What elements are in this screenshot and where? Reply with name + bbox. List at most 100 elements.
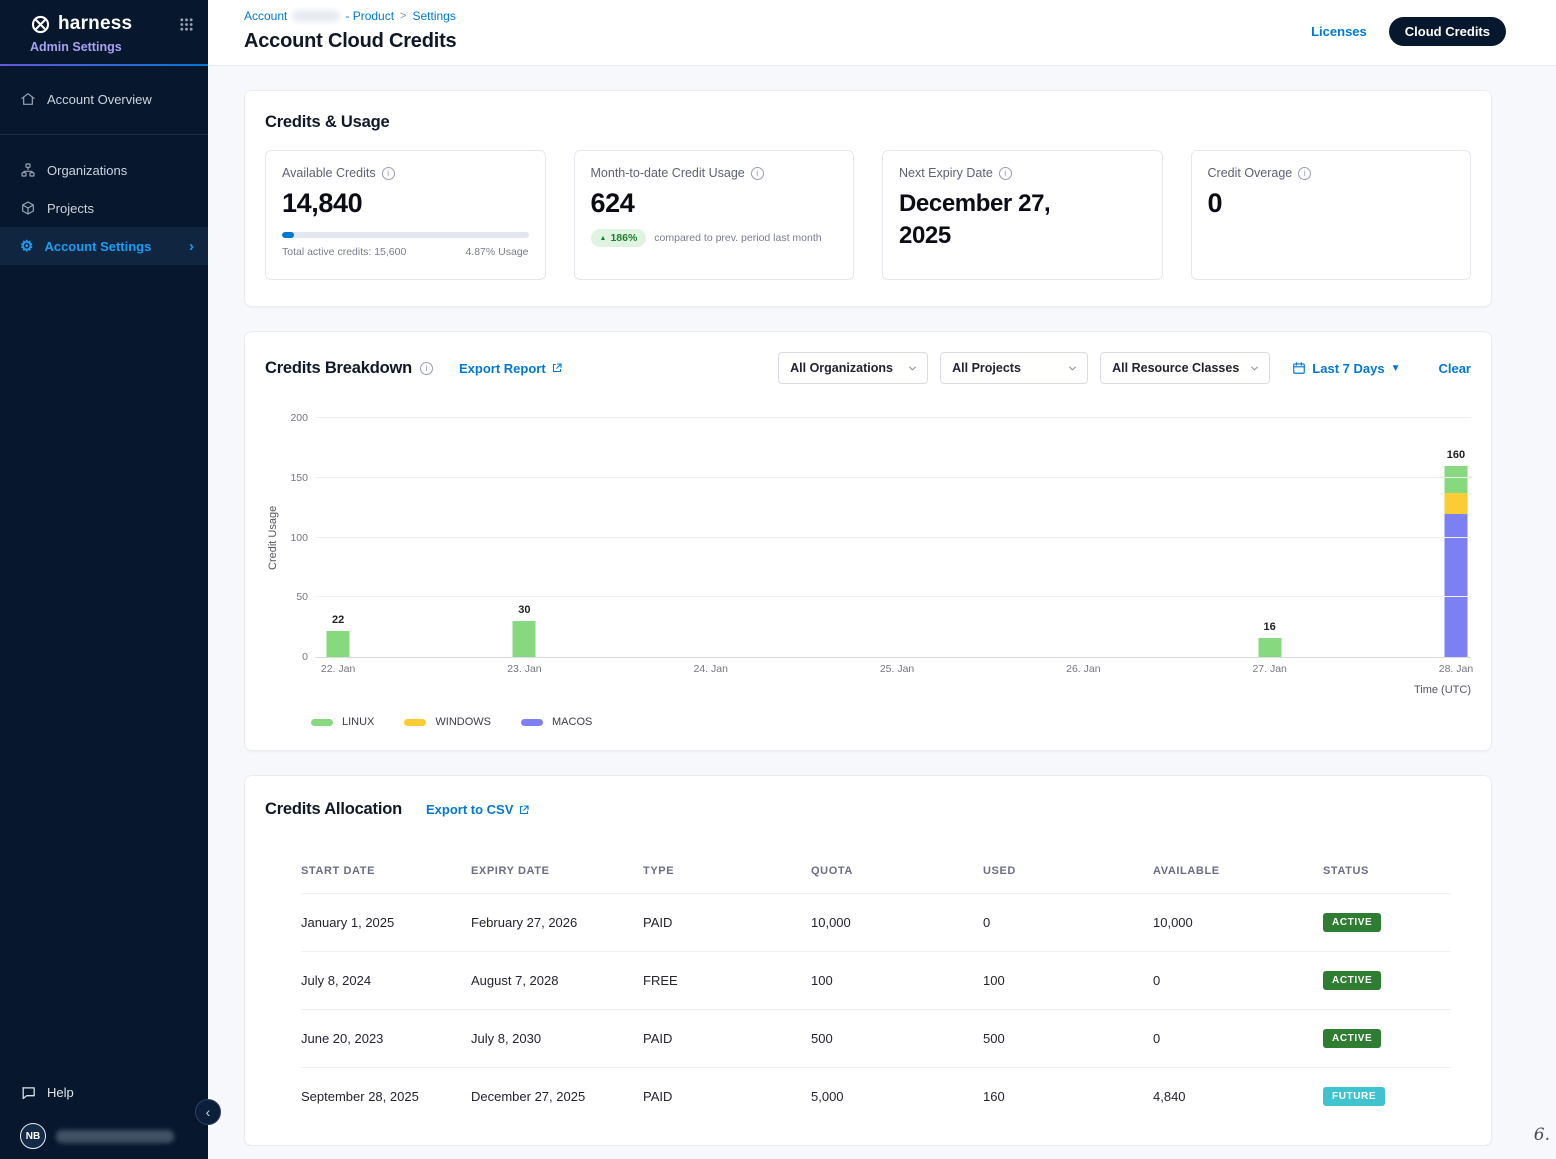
cloud-credits-button[interactable]: Cloud Credits [1389, 17, 1506, 46]
chevron-right-icon: › [189, 238, 194, 255]
header-actions: Licenses Cloud Credits [1311, 17, 1506, 46]
export-report-link[interactable]: Export Report [459, 361, 563, 376]
organizations-filter[interactable]: All Organizations [778, 352, 928, 384]
info-icon[interactable]: i [420, 362, 433, 375]
x-tick-label: 25. Jan [880, 663, 914, 675]
info-icon[interactable]: i [1298, 167, 1311, 180]
caret-down-icon: ▼ [1391, 363, 1401, 374]
org-chart-icon [20, 162, 36, 178]
allocation-table-header: START DATEEXPIRY DATETYPEQUOTAUSEDAVAILA… [301, 849, 1451, 893]
status-badge: FUTURE [1323, 1087, 1385, 1106]
cell-type: PAID [643, 1031, 811, 1046]
chart-bar[interactable] [327, 631, 350, 657]
cell-expiry: July 8, 2030 [471, 1031, 643, 1046]
arrow-up-icon: ▲ [600, 235, 607, 242]
cell-expiry: February 27, 2026 [471, 915, 643, 930]
chart-x-axis-label: Time (UTC) [281, 684, 1471, 696]
table-row: June 20, 2023July 8, 2030PAID5005000ACTI… [301, 1009, 1451, 1067]
cell-start: July 8, 2024 [301, 973, 471, 988]
y-tick-label: 150 [281, 472, 308, 484]
cell-start: June 20, 2023 [301, 1031, 471, 1046]
legend-item-macos[interactable]: MACOS [521, 716, 592, 728]
info-icon[interactable]: i [999, 167, 1012, 180]
bar-segment-linux [1444, 466, 1467, 493]
column-header: QUOTA [811, 865, 983, 877]
page-content: Credits & Usage Available Credits i 14,8… [208, 66, 1556, 1146]
legend-label: MACOS [552, 716, 592, 728]
breadcrumb-separator: > [400, 10, 406, 22]
chart-bar[interactable] [513, 621, 536, 657]
mtd-usage-value: 624 [591, 188, 838, 219]
breadcrumb-account-link[interactable]: Account - Product [244, 9, 394, 23]
y-tick-label: 100 [281, 532, 308, 544]
cell-used: 100 [983, 973, 1153, 988]
info-icon[interactable]: i [382, 167, 395, 180]
clear-filters-link[interactable]: Clear [1438, 361, 1471, 376]
gridline [315, 417, 1471, 418]
breadcrumb-settings-link[interactable]: Settings [412, 9, 455, 23]
cell-type: PAID [643, 915, 811, 930]
column-header: START DATE [301, 865, 471, 877]
sidebar-item-projects[interactable]: Projects [0, 189, 208, 227]
chat-help-icon [20, 1084, 37, 1101]
credits-allocation-title: Credits Allocation [265, 800, 402, 819]
x-tick-label: 22. Jan [321, 663, 355, 675]
export-csv-link[interactable]: Export to CSV [426, 802, 530, 817]
table-row: September 28, 2025December 27, 2025PAID5… [301, 1067, 1451, 1125]
gridline [315, 477, 1471, 478]
brand-name: harness [58, 13, 132, 35]
sidebar-nav: Account Overview Organizations [0, 80, 208, 265]
column-header: USED [983, 865, 1153, 877]
legend-swatch [311, 719, 333, 726]
licenses-link[interactable]: Licenses [1311, 24, 1367, 39]
column-header: TYPE [643, 865, 811, 877]
sidebar-header: harness Admin Settings [0, 0, 208, 64]
cell-type: FREE [643, 973, 811, 988]
cell-used: 500 [983, 1031, 1153, 1046]
cell-used: 160 [983, 1089, 1153, 1104]
date-range-filter[interactable]: Last 7 Days ▼ [1292, 361, 1400, 376]
column-header: EXPIRY DATE [471, 865, 643, 877]
projects-filter[interactable]: All Projects [940, 352, 1088, 384]
status-badge: ACTIVE [1323, 971, 1381, 990]
app-root: harness Admin Settings A [0, 0, 1556, 1159]
gear-icon: ⚙ [20, 239, 33, 254]
resource-classes-filter[interactable]: All Resource Classes [1100, 352, 1270, 384]
sidebar-item-label: Account Settings [44, 239, 151, 254]
bar-value-label: 22 [332, 614, 344, 626]
credits-breakdown-chart: Credit Usage 223016160 050100150200 22. … [265, 418, 1471, 696]
column-header: STATUS [1323, 865, 1451, 877]
y-tick-label: 50 [281, 591, 308, 603]
user-profile[interactable]: NB [20, 1123, 194, 1149]
column-header: AVAILABLE [1153, 865, 1323, 877]
chart-y-axis-label: Credit Usage [265, 418, 281, 658]
cell-used: 0 [983, 915, 1153, 930]
sidebar-item-label: Projects [47, 201, 94, 216]
sidebar-item-account-settings[interactable]: ⚙ Account Settings › [0, 227, 208, 265]
legend-item-linux[interactable]: LINUX [311, 716, 374, 728]
sidebar-item-organizations[interactable]: Organizations [0, 151, 208, 189]
sidebar: harness Admin Settings A [0, 0, 208, 1159]
trend-badge: ▲ 186% [591, 229, 647, 247]
legend-item-windows[interactable]: WINDOWS [404, 716, 491, 728]
info-icon[interactable]: i [751, 167, 764, 180]
module-grid-icon[interactable] [179, 17, 194, 32]
help-button[interactable]: Help [20, 1076, 194, 1109]
sidebar-item-account-overview[interactable]: Account Overview [0, 80, 208, 118]
breadcrumb: Account - Product > Settings [244, 9, 456, 23]
cell-type: PAID [643, 1089, 811, 1104]
chart-bar[interactable] [1258, 638, 1281, 657]
credits-breakdown-title: Credits Breakdown [265, 359, 412, 378]
cell-start: January 1, 2025 [301, 915, 471, 930]
credits-progress-bar [282, 232, 529, 238]
cube-icon [20, 200, 36, 216]
external-link-icon [518, 804, 530, 816]
chart-bar[interactable] [1444, 466, 1467, 657]
avatar: NB [20, 1123, 46, 1149]
sidebar-collapse-button[interactable]: ‹ [195, 1099, 221, 1125]
cell-quota: 10,000 [811, 915, 983, 930]
harness-logo-icon [30, 14, 51, 35]
available-credits-card: Available Credits i 14,840 Total active … [265, 150, 546, 280]
x-tick-label: 26. Jan [1066, 663, 1100, 675]
table-row: January 1, 2025February 27, 2026PAID10,0… [301, 893, 1451, 951]
